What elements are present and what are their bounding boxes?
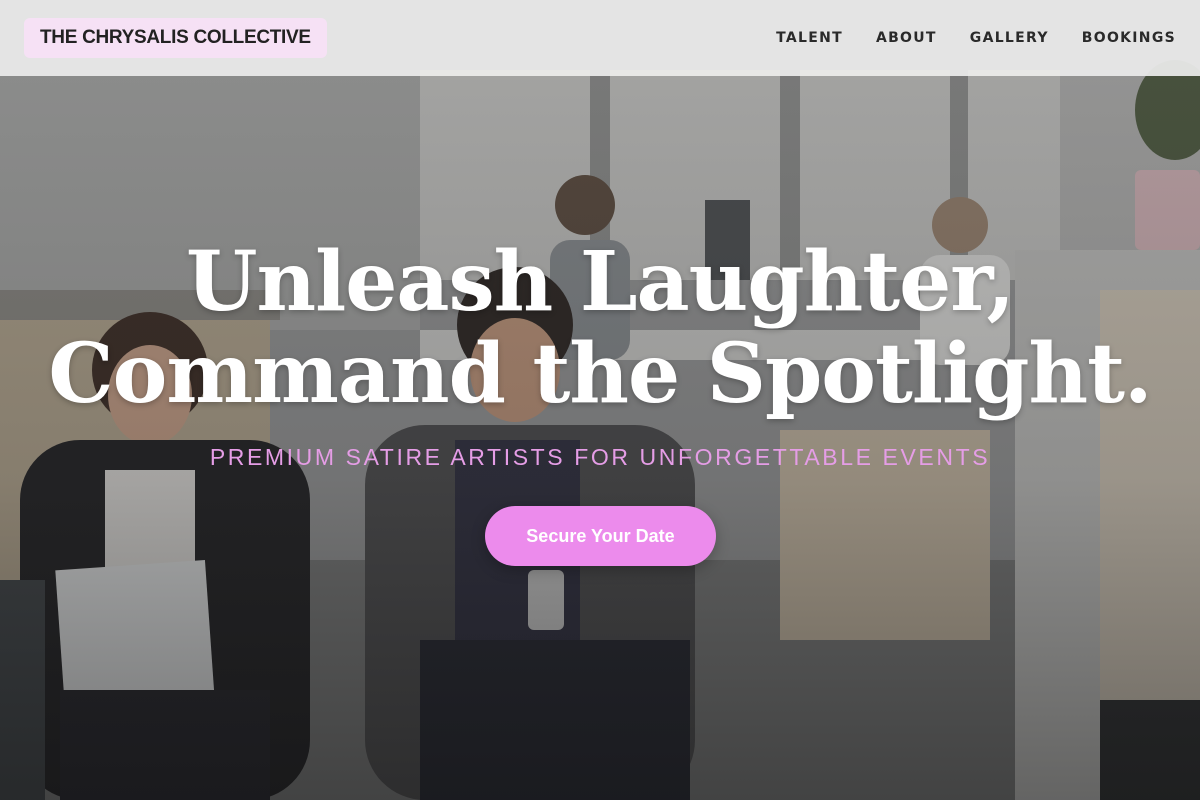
logo-text: THE CHRYSALIS COLLECTIVE (40, 27, 311, 48)
headline-line-1: Unleash Laughter, (185, 234, 1015, 330)
nav-link-bookings[interactable]: BOOKINGS (1082, 30, 1176, 46)
hero-subheadline: PREMIUM SATIRE ARTISTS FOR UNFORGETTABLE… (209, 444, 991, 470)
secure-date-button[interactable]: Secure Your Date (485, 506, 716, 566)
nav-link-talent[interactable]: TALENT (776, 30, 843, 46)
nav-link-gallery[interactable]: GALLERY (970, 30, 1049, 46)
hero-headline: Unleash Laughter, Command the Spotlight. (0, 236, 1200, 420)
top-navbar: THE CHRYSALIS COLLECTIVE TALENT ABOUT GA… (0, 0, 1200, 76)
nav-link-about[interactable]: ABOUT (876, 30, 937, 46)
headline-line-2: Command the Spotlight. (48, 326, 1152, 422)
nav-menu: TALENT ABOUT GALLERY BOOKINGS (776, 30, 1176, 46)
logo[interactable]: THE CHRYSALIS COLLECTIVE (24, 18, 327, 58)
hero-content: Unleash Laughter, Command the Spotlight.… (0, 0, 1200, 800)
